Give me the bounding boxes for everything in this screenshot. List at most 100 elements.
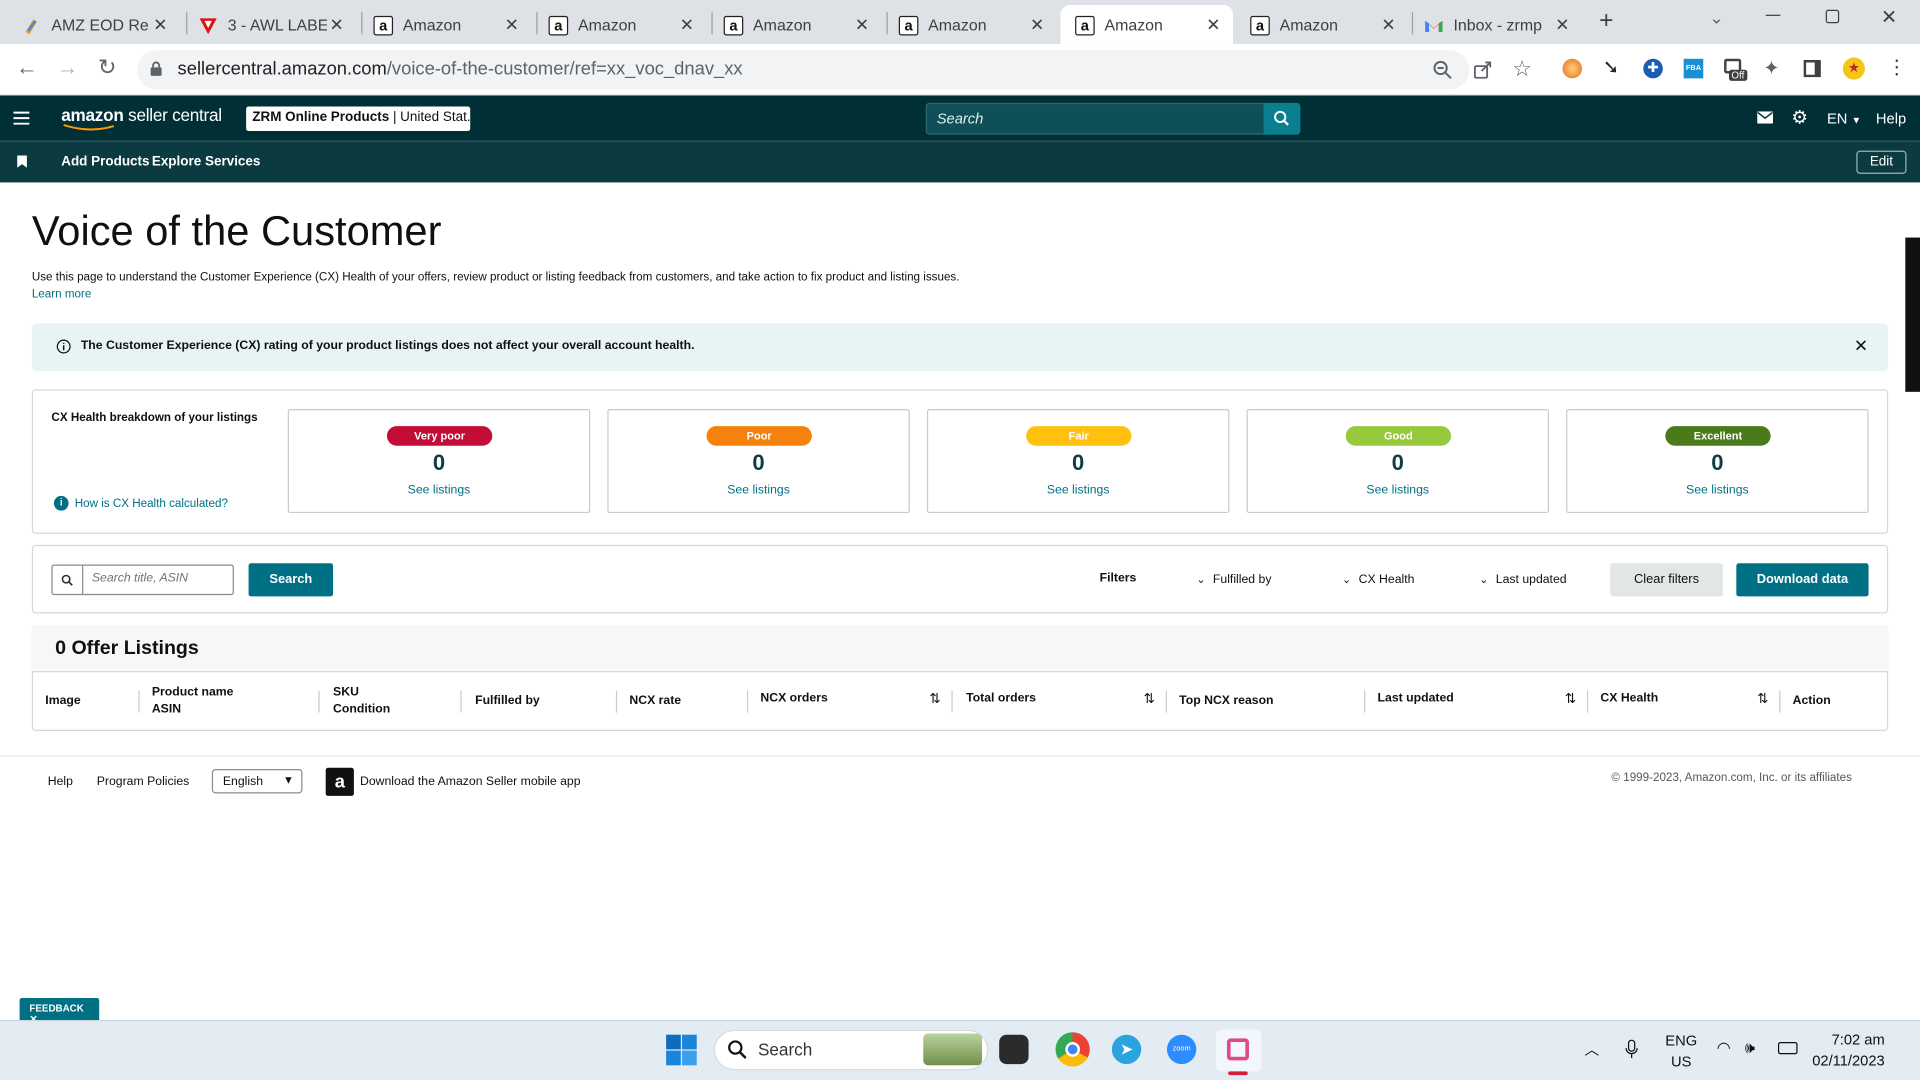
bookmark-star-icon[interactable]: ☆ <box>1512 56 1532 82</box>
footer-help-link[interactable]: Help <box>48 775 73 788</box>
browser-tab-amz-eod[interactable]: AMZ EOD Re ✕ <box>7 5 180 44</box>
task-view-icon[interactable] <box>999 1034 1029 1065</box>
new-tab-icon[interactable]: + <box>1599 7 1613 35</box>
download-app-link[interactable]: Download the Amazon Seller mobile app <box>360 775 581 788</box>
header-search-input[interactable]: Search <box>925 102 1265 135</box>
see-listings-link[interactable]: See listings <box>928 484 1228 497</box>
last-updated-filter[interactable]: ⌄ Last updated <box>1479 573 1566 586</box>
close-icon[interactable]: ✕ <box>151 14 171 35</box>
url-text[interactable]: sellercentral.amazon.com/voice-of-the-cu… <box>178 59 743 80</box>
volume-icon[interactable]: 🕪 <box>1745 1038 1755 1058</box>
edit-nav-button[interactable]: Edit <box>1856 150 1907 174</box>
microphone-icon[interactable] <box>1625 1039 1638 1060</box>
window-close-icon[interactable]: ✕ <box>1881 5 1897 29</box>
chrome-icon[interactable] <box>1055 1032 1090 1067</box>
see-listings-link[interactable]: See listings <box>609 484 909 497</box>
extension-orange-icon[interactable] <box>1562 58 1583 79</box>
close-icon[interactable]: ✕ <box>1379 14 1399 35</box>
zoom-out-icon[interactable] <box>1433 60 1453 80</box>
extension-off-icon[interactable]: Off <box>1724 58 1751 86</box>
show-hidden-icons[interactable]: ︿ <box>1584 1038 1599 1059</box>
system-clock[interactable]: 7:02 am 02/11/2023 <box>1812 1030 1884 1072</box>
column-separator <box>318 690 320 713</box>
restore-icon[interactable] <box>1825 9 1840 24</box>
col-total-orders[interactable]: Total orders <box>966 691 1036 708</box>
see-listings-link[interactable]: See listings <box>1567 484 1867 497</box>
profile-avatar[interactable]: ★ <box>1842 57 1865 80</box>
minimize-icon[interactable] <box>1765 14 1781 16</box>
sort-icon[interactable]: ⇅ <box>1757 691 1768 707</box>
snipping-tool-icon[interactable] <box>1215 1029 1262 1072</box>
subnav-add-products[interactable]: Add Products <box>61 154 149 169</box>
cx-tile-excellent: Excellent 0 See listings <box>1566 408 1869 514</box>
store-selector[interactable]: ZRM Online Products | United Stat... <box>246 106 471 132</box>
browser-tab-awl-label[interactable]: 3 - AWL LABE ✕ <box>184 5 357 44</box>
wifi-icon[interactable]: ◠ <box>1717 1038 1731 1058</box>
seller-central-logo[interactable]: amazon seller central <box>61 105 222 125</box>
reload-icon[interactable]: ↻ <box>98 55 116 81</box>
extensions-puzzle-icon[interactable]: ✦ <box>1763 56 1779 80</box>
learn-more-link[interactable]: Learn more <box>32 288 92 301</box>
close-notice-icon[interactable]: ✕ <box>1854 336 1868 357</box>
extension-blue-icon[interactable]: ✚ <box>1643 58 1663 79</box>
col-last-updated[interactable]: Last updated <box>1378 691 1454 708</box>
battery-icon[interactable] <box>1777 1042 1798 1055</box>
close-icon[interactable]: ✕ <box>677 14 697 35</box>
clear-filters-button[interactable]: Clear filters <box>1610 563 1723 597</box>
browser-tab-amazon-4[interactable]: a Amazon ✕ <box>884 5 1057 44</box>
close-icon[interactable]: ✕ <box>1553 14 1573 35</box>
side-widget[interactable] <box>1905 237 1920 392</box>
settings-gear-icon[interactable]: ⚙ <box>1791 107 1807 129</box>
download-data-button[interactable]: Download data <box>1736 563 1869 597</box>
fulfilled-by-filter[interactable]: ⌄ Fulfilled by <box>1196 573 1271 586</box>
hamburger-menu-icon[interactable] <box>13 111 30 125</box>
back-icon[interactable]: ← <box>16 55 38 81</box>
browser-tab-amazon-2[interactable]: a Amazon ✕ <box>534 5 707 44</box>
cx-health-filter[interactable]: ⌄ CX Health <box>1342 573 1414 586</box>
close-icon[interactable]: ✕ <box>1204 14 1224 35</box>
col-cx-health[interactable]: CX Health <box>1600 691 1658 708</box>
close-icon[interactable]: ✕ <box>852 14 872 35</box>
cx-count: 0 <box>1072 450 1085 476</box>
browser-tab-amazon-6[interactable]: a Amazon ✕ <box>1236 5 1409 44</box>
close-icon[interactable]: ✕ <box>327 14 347 35</box>
filters-label: Filters <box>1099 571 1137 586</box>
amazon-app-icon[interactable]: a <box>325 767 354 796</box>
extension-fba-icon[interactable]: FBA <box>1683 58 1704 79</box>
see-listings-link[interactable]: See listings <box>1248 484 1548 497</box>
browser-tab-gmail[interactable]: Inbox - zrmp ✕ <box>1409 5 1582 44</box>
telegram-icon[interactable]: ➤ <box>1111 1034 1142 1065</box>
input-language[interactable]: ENG US <box>1665 1031 1697 1073</box>
browser-menu-icon[interactable]: ⋮ <box>1887 55 1907 79</box>
footer-program-policies-link[interactable]: Program Policies <box>97 775 190 788</box>
lock-icon[interactable] <box>149 61 162 77</box>
language-selector[interactable]: EN ▼ <box>1827 110 1861 127</box>
page-title: Voice of the Customer <box>31 208 442 255</box>
mail-icon[interactable] <box>1757 111 1774 124</box>
side-panel-icon[interactable] <box>1803 60 1821 78</box>
how-cx-health-link[interactable]: How is CX Health calculated? <box>75 497 228 510</box>
listing-search-button[interactable]: Search <box>248 563 334 597</box>
col-ncx-orders[interactable]: NCX orders <box>760 691 827 708</box>
close-icon[interactable]: ✕ <box>502 14 522 35</box>
header-help-link[interactable]: Help <box>1876 110 1906 127</box>
browser-tab-amazon-3[interactable]: a Amazon ✕ <box>709 5 882 44</box>
tab-search-chevron-icon[interactable]: ⌄ <box>1709 7 1723 28</box>
extension-arrow-icon[interactable]: ➘ <box>1603 55 1619 79</box>
subnav-explore-services[interactable]: Explore Services <box>152 154 261 169</box>
feedback-tab[interactable]: FEEDBACK ✕ <box>19 997 100 1025</box>
sort-icon[interactable]: ⇅ <box>1144 691 1155 707</box>
share-icon[interactable] <box>1473 60 1493 80</box>
browser-tab-amazon-active[interactable]: a Amazon ✕ <box>1060 4 1234 45</box>
header-search-button[interactable] <box>1263 102 1301 135</box>
close-icon[interactable]: ✕ <box>1027 14 1047 35</box>
sort-icon[interactable]: ⇅ <box>1565 691 1576 707</box>
windows-start-icon[interactable] <box>666 1034 697 1066</box>
footer-language-select[interactable]: English ▼ <box>211 768 303 794</box>
see-listings-link[interactable]: See listings <box>289 484 589 497</box>
sort-icon[interactable]: ⇅ <box>929 691 940 707</box>
forward-icon[interactable]: → <box>56 55 78 81</box>
bookmark-icon[interactable] <box>17 155 27 168</box>
browser-tab-amazon-1[interactable]: a Amazon ✕ <box>359 5 532 44</box>
zoom-icon[interactable]: zoom <box>1166 1034 1197 1065</box>
